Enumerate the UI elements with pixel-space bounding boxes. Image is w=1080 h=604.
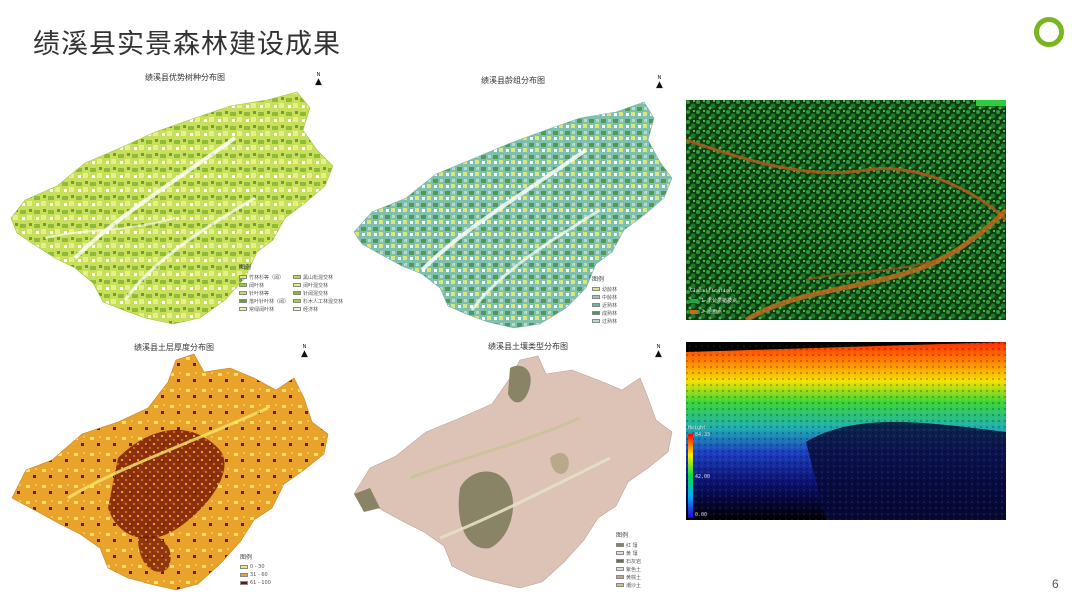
legend-item: 31 - 60 xyxy=(240,572,271,578)
legend-item: 中龄林 xyxy=(592,294,617,301)
legend-item: 针叶林等 xyxy=(239,290,291,297)
legend-item: 幼龄林 xyxy=(592,286,617,293)
lidar-height-min: 0.00 xyxy=(695,512,708,518)
map-soil-type-legend: 图例 红 壤 黄 壤 石灰岩 紫色土 黄棕土 潮沙土 xyxy=(616,530,641,589)
map-age-group-panel: 绩溪县龄组分布图 N ▲ 图例 幼龄林 中龄林 近熟林 成熟林 过熟林 xyxy=(348,70,673,332)
map-tree-species-legend: 图例 竹林杉等（阔） 阔叶林 针叶林等 落叶针叶林（阔） 常绿阔叶林 黑山松混交… xyxy=(239,262,345,313)
legend-title: 图例 xyxy=(592,276,605,283)
logo-ring-icon xyxy=(1034,17,1064,47)
lidar-height-image: Height 84.33 42.00 0.00 xyxy=(686,342,1006,520)
slide-title: 绩溪县实景森林建设成果 xyxy=(33,29,341,60)
legend-item: 石灰岩 xyxy=(616,558,641,565)
legend-item: 阔叶林 xyxy=(239,282,291,289)
legend-title: 图例 xyxy=(616,532,629,539)
legend-title: 图例 xyxy=(239,264,252,271)
legend-item: 黑山松混交林 xyxy=(293,274,345,281)
legend-item: 61 - 100 xyxy=(240,580,271,586)
lidar-height-graphic xyxy=(686,342,1006,520)
map-soil-depth-graphic xyxy=(11,353,329,591)
legend-item: 过熟林 xyxy=(592,318,617,325)
legend-item: 落叶针叶林（阔） xyxy=(239,298,291,305)
map-age-group-legend: 图例 幼龄林 中龄林 近熟林 成熟林 过熟林 xyxy=(592,274,617,325)
legend-item: 针阔混交林 xyxy=(293,290,345,297)
lidar-classification-header: Classification xyxy=(690,288,733,294)
lidar-height-header: Height xyxy=(688,425,707,431)
lidar-classification-image: Classification 1-未分类植被点 2-地面点 xyxy=(686,100,1006,320)
legend-item: 阔叶混交林 xyxy=(293,282,345,289)
lidar-classification-graphic xyxy=(686,100,1006,320)
legend-item: 近熟林 xyxy=(592,302,617,309)
legend-item: 黄 壤 xyxy=(616,550,641,557)
lidar-height-mid: 42.00 xyxy=(695,474,711,480)
map-soil-depth-legend: 图例 0 - 30 31 - 60 61 - 100 xyxy=(240,552,271,586)
legend-item: 潮沙土 xyxy=(616,582,641,589)
legend-item: 0 - 30 xyxy=(240,564,271,570)
legend-item: 成熟林 xyxy=(592,310,617,317)
map-age-group-graphic xyxy=(353,101,673,329)
legend-item: 常绿阔叶林 xyxy=(239,306,291,313)
lidar-height-max: 84.33 xyxy=(695,432,711,438)
lidar-legend-vegetation: 1-未分类植被点 xyxy=(690,297,737,304)
legend-item: 杉木人工林混交林 xyxy=(293,298,345,305)
map-soil-type-panel: 绩溪县土壤类型分布图 N ▲ 图例 红 壤 黄 壤 石灰岩 紫色土 黄棕土 潮沙土 xyxy=(350,338,675,594)
map-soil-depth-panel: 绩溪县土层厚度分布图 N ▲ 图例 0 - 30 31 - 60 61 - 100 xyxy=(8,338,333,594)
legend-item: 黄棕土 xyxy=(616,574,641,581)
legend-title: 图例 xyxy=(240,554,253,561)
map-tree-species-panel: 绩溪县优势树种分布图 N ▲ 图例 竹林杉等（阔） 阔叶林 针叶林等 落叶针叶林（… xyxy=(5,68,343,330)
lidar-legend-ground: 2-地面点 xyxy=(690,308,722,315)
legend-item: 竹林杉等（阔） xyxy=(239,274,291,281)
legend-item: 经济林 xyxy=(293,306,345,313)
legend-item: 紫色土 xyxy=(616,566,641,573)
legend-item: 红 壤 xyxy=(616,542,641,549)
page-number: 6 xyxy=(1052,577,1059,591)
